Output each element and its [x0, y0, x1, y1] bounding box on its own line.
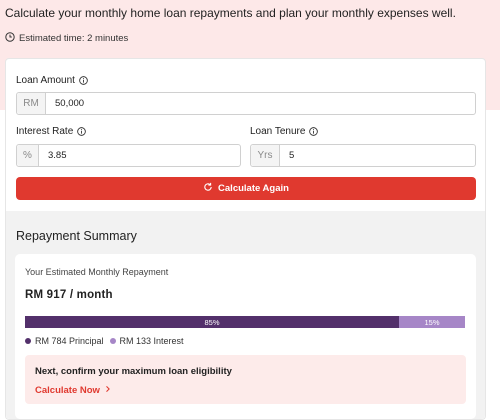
- loan-tenure-field[interactable]: Yrs 5: [250, 144, 476, 167]
- hero-headline: Calculate your monthly home loan repayme…: [5, 6, 456, 20]
- repayment-summary: Repayment Summary Your Estimated Monthly…: [6, 211, 485, 419]
- loan-tenure-input[interactable]: 5: [280, 145, 475, 166]
- interest-rate-label: Interest Rate: [16, 126, 87, 137]
- legend-interest-text: RM 133 Interest: [119, 336, 184, 346]
- info-icon[interactable]: [309, 127, 319, 136]
- calculate-now-link[interactable]: Calculate Now: [35, 385, 111, 396]
- info-icon[interactable]: [77, 127, 87, 136]
- eligibility-callout: Next, confirm your maximum loan eligibil…: [25, 355, 466, 404]
- summary-card: Your Estimated Monthly Repayment RM 917 …: [15, 254, 476, 419]
- interest-rate-label-text: Interest Rate: [16, 126, 74, 137]
- calculate-again-button[interactable]: Calculate Again: [16, 177, 476, 200]
- monthly-repayment-value: RM 917 / month: [25, 289, 113, 301]
- interest-rate-field[interactable]: % 3.85: [16, 144, 241, 167]
- estimated-time: Estimated time: 2 minutes: [5, 32, 128, 45]
- interest-segment: 15%: [399, 316, 465, 328]
- principal-segment: 85%: [25, 316, 399, 328]
- clock-icon: [5, 32, 15, 45]
- calculate-now-label: Calculate Now: [35, 385, 100, 396]
- chevron-right-icon: [105, 385, 111, 396]
- loan-amount-label-text: Loan Amount: [16, 75, 75, 86]
- legend-interest: RM 133 Interest: [109, 336, 184, 346]
- interest-dot: [109, 338, 116, 344]
- refresh-icon: [203, 182, 213, 195]
- loan-amount-field[interactable]: RM 50,000: [16, 92, 476, 115]
- breakdown-legend: RM 784 Principal RM 133 Interest: [25, 336, 184, 346]
- loan-amount-input[interactable]: 50,000: [46, 93, 475, 114]
- estimated-time-text: Estimated time: 2 minutes: [19, 33, 129, 44]
- monthly-repayment-label: Your Estimated Monthly Repayment: [25, 267, 169, 277]
- eligibility-title: Next, confirm your maximum loan eligibil…: [35, 366, 232, 377]
- principal-dot: [25, 338, 31, 344]
- loan-tenure-label-text: Loan Tenure: [250, 126, 306, 137]
- info-icon[interactable]: [79, 76, 88, 85]
- calculator-card: Loan Amount RM 50,000 Interest Rate % 3.…: [5, 58, 486, 420]
- repayment-breakdown-bar: 85% 15%: [25, 316, 465, 328]
- interest-rate-prefix: %: [17, 145, 39, 166]
- legend-principal: RM 784 Principal: [25, 336, 104, 346]
- loan-tenure-prefix: Yrs: [251, 145, 280, 166]
- legend-principal-text: RM 784 Principal: [35, 336, 104, 346]
- loan-amount-label: Loan Amount: [16, 75, 88, 86]
- interest-rate-input[interactable]: 3.85: [39, 145, 240, 166]
- loan-amount-prefix: RM: [17, 93, 46, 114]
- summary-title: Repayment Summary: [16, 229, 137, 243]
- calculate-again-label: Calculate Again: [218, 183, 289, 194]
- loan-tenure-label: Loan Tenure: [250, 126, 319, 137]
